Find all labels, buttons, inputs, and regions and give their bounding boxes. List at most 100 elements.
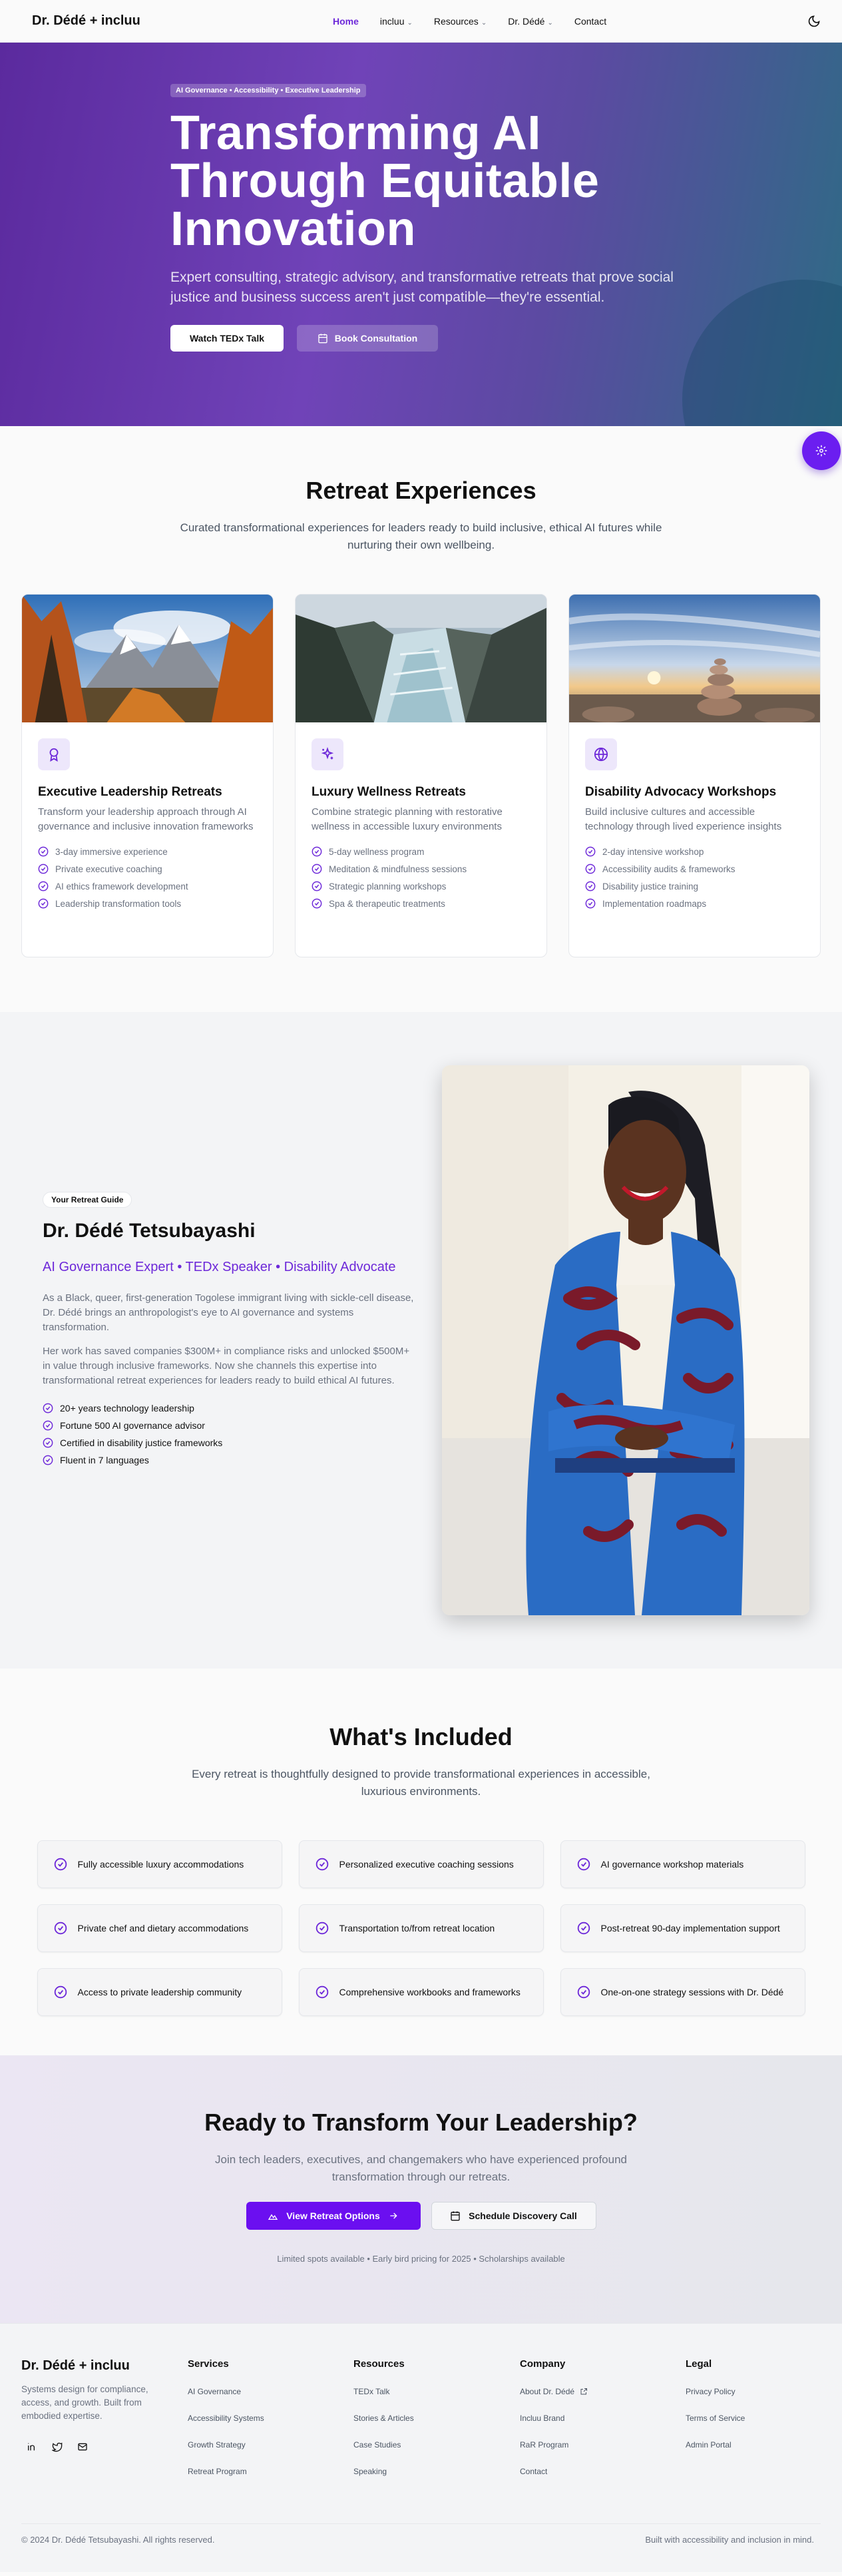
mail-icon[interactable] (77, 2442, 88, 2452)
schedule-discovery-call-button[interactable]: Schedule Discovery Call (431, 2202, 596, 2230)
footer-column-title: Resources (353, 2358, 405, 2370)
chevron-down-icon: ⌄ (407, 19, 413, 27)
nav-incluu[interactable]: incluu ⌄ (380, 16, 413, 27)
included-item: One-on-one strategy sessions with Dr. Dé… (560, 1968, 805, 2016)
nav-contact[interactable]: Contact (574, 16, 606, 27)
footer-link[interactable]: About Dr. Dédé (520, 2387, 653, 2396)
footer-link[interactable]: Stories & Articles (353, 2414, 487, 2423)
brand-logo[interactable]: Dr. Dédé + incluu (32, 13, 140, 29)
footer-link[interactable]: Incluu Brand (520, 2414, 653, 2423)
credential-item: 20+ years technology leadership (43, 1403, 415, 1414)
footer-link[interactable]: Speaking (353, 2467, 487, 2476)
included-item: Personalized executive coaching sessions (298, 1840, 544, 1888)
arrow-right-icon (390, 2212, 397, 2219)
check-circle-icon (585, 898, 596, 909)
check-circle-icon (43, 1420, 53, 1431)
guide-badge: Your Retreat Guide (43, 1192, 132, 1208)
gear-icon (815, 445, 827, 457)
hero-section: AI Governance • Accessibility • Executiv… (0, 43, 842, 426)
footer-link[interactable]: Retreat Program (188, 2467, 321, 2476)
award-icon (38, 738, 70, 770)
retreat-card-executive[interactable]: Executive Leadership Retreats Transform … (21, 594, 274, 957)
card-description: Combine strategic planning with restorat… (312, 806, 503, 832)
footer-link[interactable]: Privacy Policy (686, 2387, 819, 2396)
nav-dr-dede[interactable]: Dr. Dédé ⌄ (508, 16, 553, 27)
sparkles-icon (312, 738, 343, 770)
mountain-autumn-image (22, 595, 273, 722)
footer-link[interactable]: Terms of Service (686, 2414, 819, 2423)
feature-item: Spa & therapeutic treatments (312, 898, 530, 909)
view-retreat-options-button[interactable]: View Retreat Options (246, 2202, 421, 2230)
glacier-valley-image (296, 595, 546, 722)
book-consultation-button[interactable]: Book Consultation (297, 325, 438, 352)
check-circle-icon (43, 1403, 53, 1414)
retreats-title: Retreat Experiences (306, 477, 536, 504)
footer-brand[interactable]: Dr. Dédé + incluu (21, 2358, 174, 2374)
included-item: Post-retreat 90-day implementation suppo… (560, 1904, 805, 1952)
check-circle-icon (38, 898, 49, 909)
moon-icon[interactable] (807, 15, 821, 28)
check-circle-icon (54, 1858, 67, 1871)
footer-link[interactable]: AI Governance (188, 2387, 321, 2396)
footer-link[interactable]: Contact (520, 2467, 653, 2476)
retreat-card-wellness[interactable]: Luxury Wellness Retreats Combine strateg… (295, 594, 547, 957)
footer-link[interactable]: Admin Portal (686, 2440, 819, 2449)
footer-link[interactable]: Accessibility Systems (188, 2414, 321, 2423)
check-circle-icon (316, 1922, 328, 1935)
footer-column-title: Company (520, 2358, 566, 2370)
nav-links: Home incluu ⌄ Resources ⌄ Dr. Dédé ⌄ Contac… (333, 16, 606, 27)
check-circle-icon (312, 881, 322, 892)
check-circle-icon (43, 1437, 53, 1448)
footer-link[interactable]: TEDx Talk (353, 2387, 487, 2396)
calendar-icon (451, 2211, 460, 2221)
accessibility-settings-button[interactable] (802, 431, 841, 470)
feature-item: Disability justice training (585, 881, 804, 892)
card-description: Transform your leadership approach throu… (38, 806, 254, 832)
check-circle-icon (38, 881, 49, 892)
cta-subtitle: Join tech leaders, executives, and chang… (215, 2153, 627, 2183)
credential-item: Fortune 500 AI governance advisor (43, 1420, 415, 1431)
credential-item: Fluent in 7 languages (43, 1455, 415, 1465)
cta-title: Ready to Transform Your Leadership? (204, 2109, 638, 2136)
feature-item: Implementation roadmaps (585, 898, 804, 909)
footer-column-resources: Resources TEDx Talk Stories & Articles C… (353, 2358, 487, 2476)
globe-icon (585, 738, 617, 770)
footer-column-title: Legal (686, 2358, 712, 2370)
feature-item: Meditation & mindfulness sessions (312, 864, 530, 874)
nav-home[interactable]: Home (333, 16, 359, 27)
footer-link[interactable]: RaR Program (520, 2440, 653, 2449)
external-link-icon (580, 2388, 588, 2395)
linkedin-icon[interactable] (27, 2442, 37, 2452)
feature-item: AI ethics framework development (38, 881, 257, 892)
about-tagline: AI Governance Expert • TEDx Speaker • Di… (43, 1260, 396, 1274)
cta-note: Limited spots available • Early bird pri… (277, 2254, 565, 2264)
check-circle-icon (577, 1858, 590, 1871)
check-circle-icon (312, 864, 322, 874)
mountain-icon (268, 2214, 278, 2220)
chevron-down-icon: ⌄ (481, 19, 487, 27)
portrait-image (442, 1065, 809, 1615)
check-circle-icon (585, 864, 596, 874)
retreat-card-advocacy[interactable]: Disability Advocacy Workshops Build incl… (568, 594, 821, 957)
twitter-icon[interactable] (52, 2442, 63, 2452)
included-item: Access to private leadership community (37, 1968, 282, 2016)
about-paragraph: As a Black, queer, first-generation Togo… (43, 1292, 414, 1333)
watch-tedx-button[interactable]: Watch TEDx Talk (170, 325, 284, 352)
included-section: What's Included Every retreat is thought… (0, 1669, 842, 2055)
check-circle-icon (54, 1985, 67, 1999)
card-description: Build inclusive cultures and accessible … (585, 806, 782, 832)
check-circle-icon (316, 1985, 328, 1999)
retreats-section: Retreat Experiences Curated transformati… (0, 426, 842, 1012)
feature-item: 3-day immersive experience (38, 846, 257, 857)
about-name: Dr. Dédé Tetsubayashi (43, 1220, 256, 1242)
feature-item: Leadership transformation tools (38, 898, 257, 909)
footer-link[interactable]: Case Studies (353, 2440, 487, 2449)
hero-badge: AI Governance • Accessibility • Executiv… (170, 84, 366, 97)
footer-link[interactable]: Growth Strategy (188, 2440, 321, 2449)
check-circle-icon (585, 881, 596, 892)
card-title: Executive Leadership Retreats (38, 785, 222, 799)
included-item: Transportation to/from retreat location (298, 1904, 544, 1952)
feature-item: Private executive coaching (38, 864, 257, 874)
nav-resources[interactable]: Resources ⌄ (434, 16, 487, 27)
check-circle-icon (312, 846, 322, 857)
